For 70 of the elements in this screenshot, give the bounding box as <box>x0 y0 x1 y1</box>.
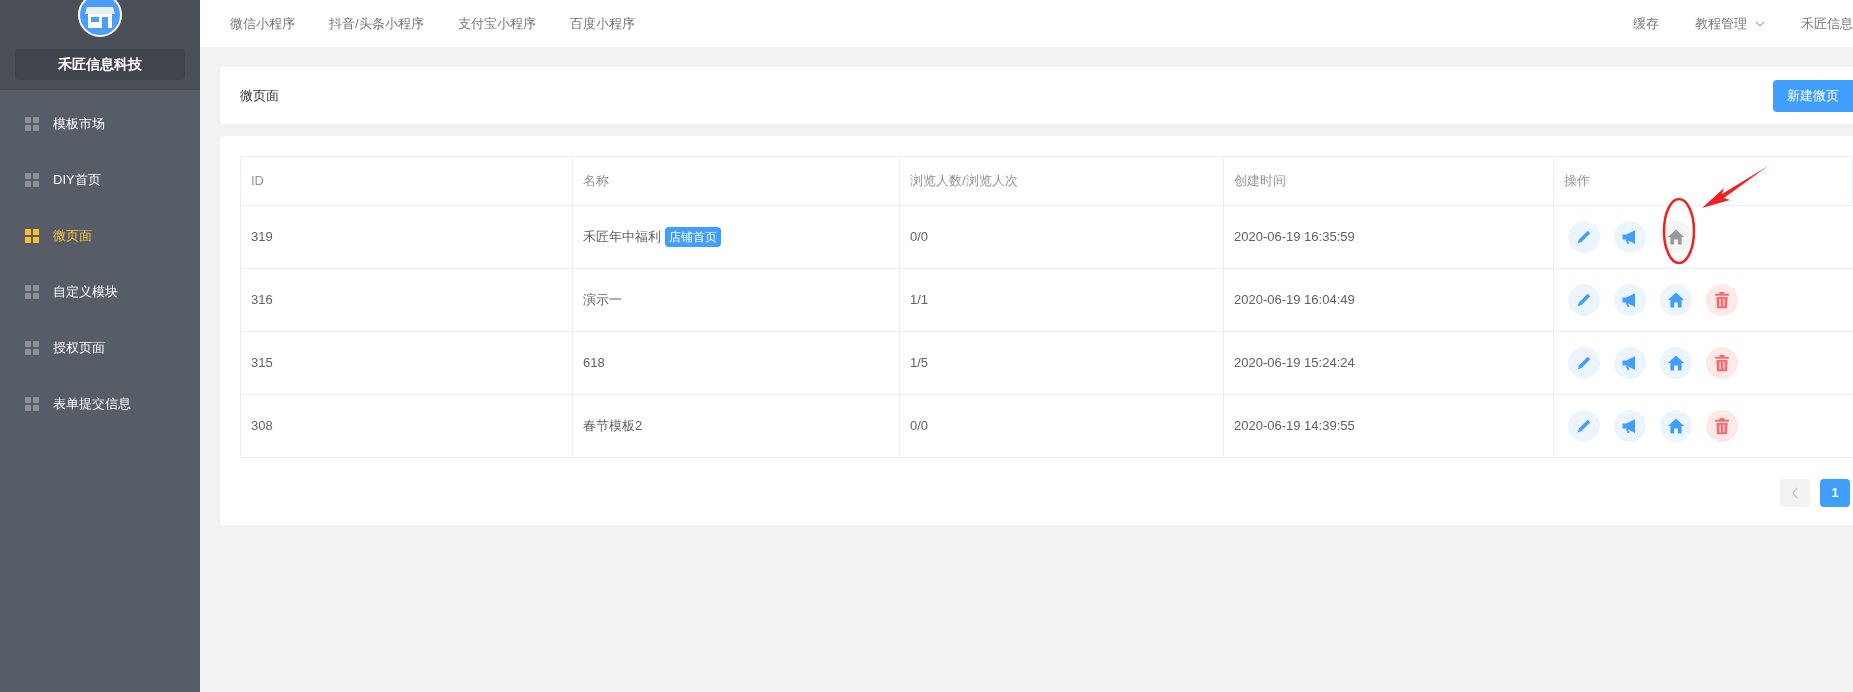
page-button[interactable]: 1 <box>1820 479 1850 507</box>
table-cell: 315 <box>240 331 573 395</box>
page-title: 微页面 <box>240 86 279 105</box>
trash-icon <box>1712 416 1732 436</box>
nav-tab[interactable]: 微信小程序 <box>230 13 295 34</box>
column-header: 创建时间 <box>1223 156 1554 206</box>
brand-name: 禾匠信息科技 <box>15 49 185 80</box>
page-name: 618 <box>583 354 605 373</box>
table-cell: 2020-06-19 16:04:49 <box>1223 268 1554 332</box>
column-header: 浏览人数/浏览人次 <box>899 156 1224 206</box>
table-cell: 0/0 <box>899 394 1224 458</box>
page-name: 春节模板2 <box>583 417 643 436</box>
sidebar-item[interactable]: 表单提交信息 <box>53 394 131 414</box>
table-cell: 319 <box>240 205 573 269</box>
delete-button[interactable] <box>1706 284 1738 316</box>
nav-tab[interactable]: 百度小程序 <box>569 13 635 34</box>
nav-tab[interactable]: 抖音/头条小程序 <box>329 13 424 34</box>
new-page-button[interactable]: 新建微页 <box>1773 79 1853 112</box>
table-cell: 1/1 <box>899 268 1224 332</box>
column-header: 名称 <box>572 156 900 206</box>
set-home-button[interactable] <box>1660 284 1692 316</box>
house-icon <box>1666 353 1686 373</box>
trash-icon <box>1712 290 1732 310</box>
table-cell: 316 <box>240 268 573 332</box>
sidebar-item[interactable]: DIY首页 <box>53 170 101 190</box>
set-home-button[interactable] <box>1660 347 1692 379</box>
grid-icon <box>25 173 39 187</box>
sidebar-item[interactable]: 微页面 <box>53 226 92 246</box>
edit-button[interactable] <box>1568 410 1600 442</box>
nav-tab[interactable]: 支付宝小程序 <box>457 13 536 34</box>
page-name: 演示一 <box>583 291 622 310</box>
house-icon <box>1666 416 1686 436</box>
annotation-ellipse <box>1662 197 1696 265</box>
promote-button[interactable] <box>1614 347 1646 379</box>
promote-button[interactable] <box>1614 284 1646 316</box>
table-cell: 1/5 <box>899 331 1224 395</box>
edit-button[interactable] <box>1568 284 1600 316</box>
chevron-left-icon <box>1791 487 1799 499</box>
table-cell: 308 <box>240 394 573 458</box>
trash-icon <box>1712 353 1732 373</box>
sidebar-item[interactable]: 自定义模块 <box>53 282 118 302</box>
column-header: ID <box>240 156 573 206</box>
chevron-down-icon <box>1755 20 1765 27</box>
home-tag: 店铺首页 <box>665 227 721 247</box>
house-icon <box>1666 290 1686 310</box>
grid-icon <box>25 341 39 355</box>
grid-icon <box>25 285 39 299</box>
table-cell: 2020-06-19 16:35:59 <box>1223 205 1554 269</box>
edit-button[interactable] <box>1568 221 1600 253</box>
sidebar-item[interactable]: 授权页面 <box>53 338 105 358</box>
delete-button[interactable] <box>1706 347 1738 379</box>
table-cell: 0/0 <box>899 205 1224 269</box>
set-home-button[interactable] <box>1660 410 1692 442</box>
column-header: 操作 <box>1553 156 1853 206</box>
table-cell: 2020-06-19 14:39:55 <box>1223 394 1554 458</box>
promote-button[interactable] <box>1614 410 1646 442</box>
edit-button[interactable] <box>1568 347 1600 379</box>
sidebar-item[interactable]: 模板市场 <box>53 114 105 134</box>
grid-icon <box>25 397 39 411</box>
nav-link[interactable]: 教程管理 <box>1695 13 1765 34</box>
grid-icon <box>25 229 39 243</box>
shop-logo-icon <box>78 0 122 37</box>
house-icon <box>1666 227 1686 247</box>
table-cell: 2020-06-19 15:24:24 <box>1223 331 1554 395</box>
grid-icon <box>25 117 39 131</box>
delete-button[interactable] <box>1706 410 1738 442</box>
nav-link[interactable]: 禾匠信息 <box>1801 13 1853 34</box>
promote-button[interactable] <box>1614 221 1646 253</box>
nav-link[interactable]: 缓存 <box>1633 13 1659 34</box>
page-name: 禾匠年中福利 <box>583 228 661 247</box>
